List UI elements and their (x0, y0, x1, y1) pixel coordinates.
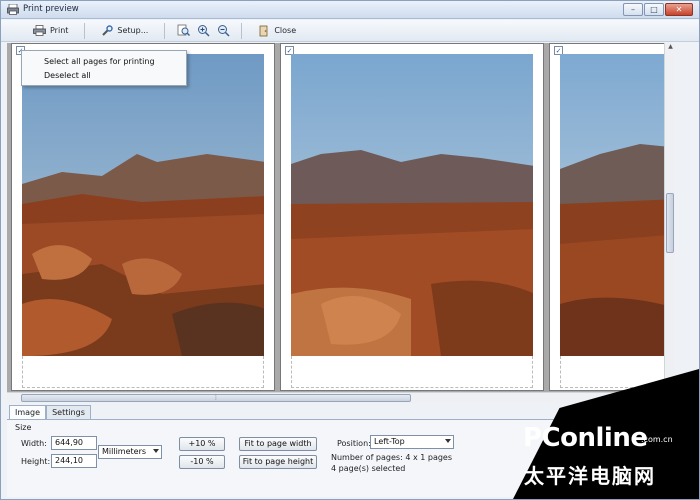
menu-item-select-all[interactable]: Select all pages for printing (22, 55, 186, 69)
pconline-domain: .com.cn (641, 435, 673, 444)
close-door-icon (259, 25, 268, 36)
fit-height-button[interactable]: Fit to page height (239, 455, 317, 469)
zoom-page-icon (177, 24, 190, 36)
tab-settings[interactable]: Settings (46, 405, 91, 420)
size-section-label: Size (15, 423, 32, 432)
width-label: Width: (21, 439, 47, 448)
minimize-icon: – (631, 5, 635, 14)
zoom-in-icon (197, 25, 210, 37)
toolbar-separator (241, 22, 243, 39)
toolbar-separator (84, 22, 86, 39)
page-margin-area (22, 356, 264, 388)
window-controls: – □ ✕ (623, 3, 693, 16)
preview-page-2[interactable]: ✓ (280, 43, 544, 391)
zoom-out-icon (217, 25, 230, 37)
print-button[interactable]: Print (27, 22, 74, 40)
tab-strip: Image Settings (9, 405, 91, 421)
scroll-up-icon[interactable]: ▲ (665, 43, 676, 53)
chevron-down-icon (153, 449, 159, 453)
horizontal-scroll-thumb[interactable]: ⋮ (21, 394, 411, 402)
width-field[interactable]: 644,90 (51, 436, 97, 450)
wrench-icon (102, 24, 114, 36)
maximize-button[interactable]: □ (644, 3, 664, 16)
menu-item-deselect-all[interactable]: Deselect all (22, 69, 186, 83)
close-icon: ✕ (675, 5, 683, 14)
preview-area[interactable]: ✓ ✓ (7, 43, 673, 395)
setup-button[interactable]: Setup... (95, 22, 154, 40)
zoom-page-button[interactable] (175, 23, 191, 39)
printer-app-icon (7, 4, 19, 15)
preview-page-3[interactable]: ✓ (549, 43, 673, 391)
page-image (291, 54, 533, 356)
pconline-logo: PConline (523, 423, 648, 453)
chevron-down-icon (445, 439, 451, 443)
page-image (560, 54, 673, 356)
setup-label: Setup... (117, 26, 149, 35)
fit-width-button[interactable]: Fit to page width (239, 437, 317, 451)
horizontal-scrollbar[interactable]: ⋮ (7, 392, 673, 403)
page-margin-area (291, 356, 533, 388)
zoom-out-button[interactable] (215, 23, 231, 39)
height-field[interactable]: 244,10 (51, 454, 97, 468)
close-label: Close (274, 26, 297, 35)
height-label: Height: (21, 457, 51, 466)
preview-page-1[interactable]: ✓ (11, 43, 275, 391)
context-menu: Select all pages for printing Deselect a… (21, 50, 187, 86)
vertical-scroll-thumb[interactable] (666, 193, 674, 253)
maximize-icon: □ (650, 5, 658, 14)
vertical-scrollbar[interactable]: ▲ (664, 43, 675, 391)
position-label: Position: (337, 439, 371, 448)
printer-icon (33, 25, 46, 36)
zoom-in-button[interactable] (195, 23, 211, 39)
number-of-pages-text: Number of pages: 4 x 1 pages (331, 453, 453, 462)
unit-select[interactable]: Millimeters (98, 445, 162, 459)
unit-value: Millimeters (102, 447, 147, 456)
title-bar: Print preview – □ ✕ (1, 1, 699, 19)
pages-selected-text: 4 page(s) selected (331, 464, 406, 473)
decrease-10-button[interactable]: -10 % (179, 455, 225, 469)
toolbar: Print Setup... Close (1, 20, 699, 42)
close-window-button[interactable]: ✕ (665, 3, 693, 16)
page-image (22, 54, 264, 356)
position-select[interactable]: Left-Top (370, 435, 454, 449)
minimize-button[interactable]: – (623, 3, 643, 16)
window-title: Print preview (23, 4, 79, 14)
pconline-chinese-name: 太平洋电脑网 (524, 464, 656, 488)
position-value: Left-Top (374, 437, 405, 446)
print-label: Print (50, 26, 69, 35)
print-preview-window: Print preview – □ ✕ Print Setup... Close… (0, 0, 700, 500)
increase-10-button[interactable]: +10 % (179, 437, 225, 451)
toolbar-separator (164, 22, 166, 39)
close-button[interactable]: Close (252, 22, 302, 40)
